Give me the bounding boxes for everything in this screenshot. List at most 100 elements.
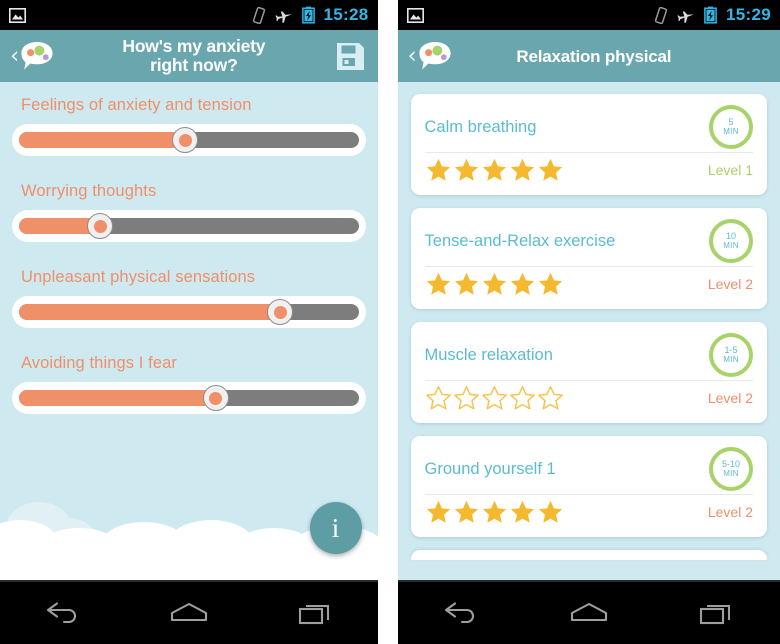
nav-recents-button[interactable] [283, 591, 347, 635]
battery-charging-icon [301, 6, 315, 24]
slider-track[interactable] [19, 213, 359, 239]
status-bar-left: 15:28 [0, 0, 378, 30]
list-item-partial[interactable] [410, 550, 767, 560]
page-title: Relaxation physical [516, 46, 672, 66]
nav-recents-button[interactable] [684, 591, 748, 635]
slider-thumb[interactable] [202, 385, 229, 411]
star-icon [510, 272, 534, 295]
duration-badge: 5 MIN [709, 105, 753, 149]
list-item[interactable]: Calm breathing 5 MIN Level 1 [410, 94, 767, 195]
list-item[interactable]: Ground yourself 1 5-10 MIN Level 2 [410, 436, 767, 537]
card-footer: Level 1 [425, 153, 753, 187]
nav-back-button[interactable] [429, 591, 493, 635]
slider-label: Feelings of anxiety and tension [21, 96, 252, 114]
card-footer: Level 2 [425, 267, 753, 301]
slider-track[interactable] [19, 299, 359, 325]
card-header: Muscle relaxation 1-5 MIN [425, 332, 753, 378]
card-footer: Level 2 [425, 495, 753, 529]
slider-thumb[interactable] [172, 127, 199, 153]
list-item[interactable]: Muscle relaxation 1-5 MIN Level 2 [410, 322, 767, 423]
card-header: Calm breathing 5 MIN [425, 104, 753, 150]
app-logo-speech-bubble-icon[interactable] [418, 41, 452, 71]
back-chevron-icon[interactable]: ‹ [10, 44, 19, 68]
vibrate-icon [654, 6, 668, 24]
star-icon [482, 158, 506, 181]
rating-stars[interactable] [425, 499, 708, 525]
slider-row: Unpleasant physical sensations [12, 268, 366, 328]
nav-back-button[interactable] [31, 591, 95, 635]
status-bar-right-icons: 15:28 [252, 5, 369, 25]
slider-track-shell[interactable] [12, 210, 366, 242]
nav-home-icon [170, 602, 207, 622]
app-bar-right: ‹ Relaxation physical [397, 30, 780, 82]
app-bar-left: ‹ How's my anxiety right now? [0, 30, 378, 82]
level-label: Level 1 [707, 162, 753, 178]
status-bar-clock: 15:28 [323, 5, 369, 24]
slider-fill [19, 390, 216, 406]
card-header: Tense-and-Relax exercise 10 MIN [425, 218, 753, 264]
star-icon [454, 158, 478, 181]
card-footer: Level 2 [425, 381, 753, 415]
slider-label: Unpleasant physical sensations [21, 268, 256, 286]
phone-right-relaxation-list: 15:29 ‹ Relaxation physical Calm breathi… [397, 0, 780, 644]
vibrate-icon [252, 6, 265, 24]
star-icon [537, 385, 563, 410]
nav-home-button[interactable] [557, 591, 621, 635]
level-label: Level 2 [707, 390, 753, 406]
page-title: How's my anxiety right now? [54, 37, 333, 75]
slider-track[interactable] [19, 127, 359, 153]
rating-stars[interactable] [425, 385, 708, 411]
card-header: Ground yourself 1 5-10 MIN [425, 446, 753, 492]
airplane-mode-icon [677, 11, 694, 23]
slider-track-shell[interactable] [12, 296, 366, 328]
slider-thumb[interactable] [267, 299, 294, 325]
exercise-list[interactable]: Calm breathing 5 MIN Level 1 Tense-and-R… [397, 82, 780, 580]
android-nav-bar-left [0, 580, 378, 644]
slider-track[interactable] [19, 385, 359, 411]
star-icon [482, 500, 506, 523]
star-icon [481, 385, 507, 410]
info-button[interactable]: i [309, 502, 362, 554]
nav-home-icon [570, 602, 607, 622]
slider-thumb[interactable] [87, 213, 114, 239]
slider-list: Feelings of anxiety and tension Worrying… [0, 82, 378, 414]
rating-stars[interactable] [425, 271, 708, 297]
page-title-line1: How's my anxiety [122, 36, 266, 56]
star-icon [426, 272, 450, 295]
slider-fill [19, 304, 281, 320]
star-icon [453, 385, 479, 410]
star-icon [538, 272, 562, 295]
android-nav-bar-right [397, 580, 780, 644]
duration-badge: 1-5 MIN [709, 333, 753, 377]
status-bar-right: 15:29 [397, 0, 780, 30]
image-icon [9, 7, 26, 23]
star-icon [510, 158, 534, 181]
star-icon [425, 385, 451, 410]
phone-left-anxiety-screen: 15:28 ‹ How's my anxiety right now? Feel… [0, 0, 378, 644]
slider-track-shell[interactable] [12, 124, 366, 156]
slider-fill [19, 132, 186, 148]
status-bar-left-icons [9, 7, 26, 23]
page-title-line2: right now? [150, 55, 238, 75]
duration-unit: MIN [723, 468, 739, 478]
slider-track-shell[interactable] [12, 382, 366, 414]
airplane-mode-icon [274, 11, 292, 23]
battery-charging-icon [704, 6, 717, 24]
app-logo-speech-bubble-icon[interactable] [20, 41, 54, 71]
back-chevron-icon[interactable]: ‹ [408, 44, 417, 68]
list-item[interactable]: Tense-and-Relax exercise 10 MIN Level 2 [410, 208, 767, 309]
anxiety-sliders-panel: Feelings of anxiety and tension Worrying… [0, 82, 378, 580]
save-floppy-icon [337, 42, 365, 70]
image-icon [406, 7, 424, 23]
star-icon [482, 272, 506, 295]
save-button[interactable] [334, 39, 368, 73]
star-icon [538, 500, 562, 523]
star-icon [426, 500, 450, 523]
exercise-title: Tense-and-Relax exercise [424, 231, 616, 250]
nav-home-button[interactable] [157, 591, 221, 635]
duration-unit: MIN [723, 126, 739, 136]
nav-back-icon [445, 602, 475, 624]
rating-stars[interactable] [425, 157, 708, 183]
exercise-title: Calm breathing [424, 117, 537, 136]
status-bar-right-icons: 15:29 [654, 5, 771, 25]
